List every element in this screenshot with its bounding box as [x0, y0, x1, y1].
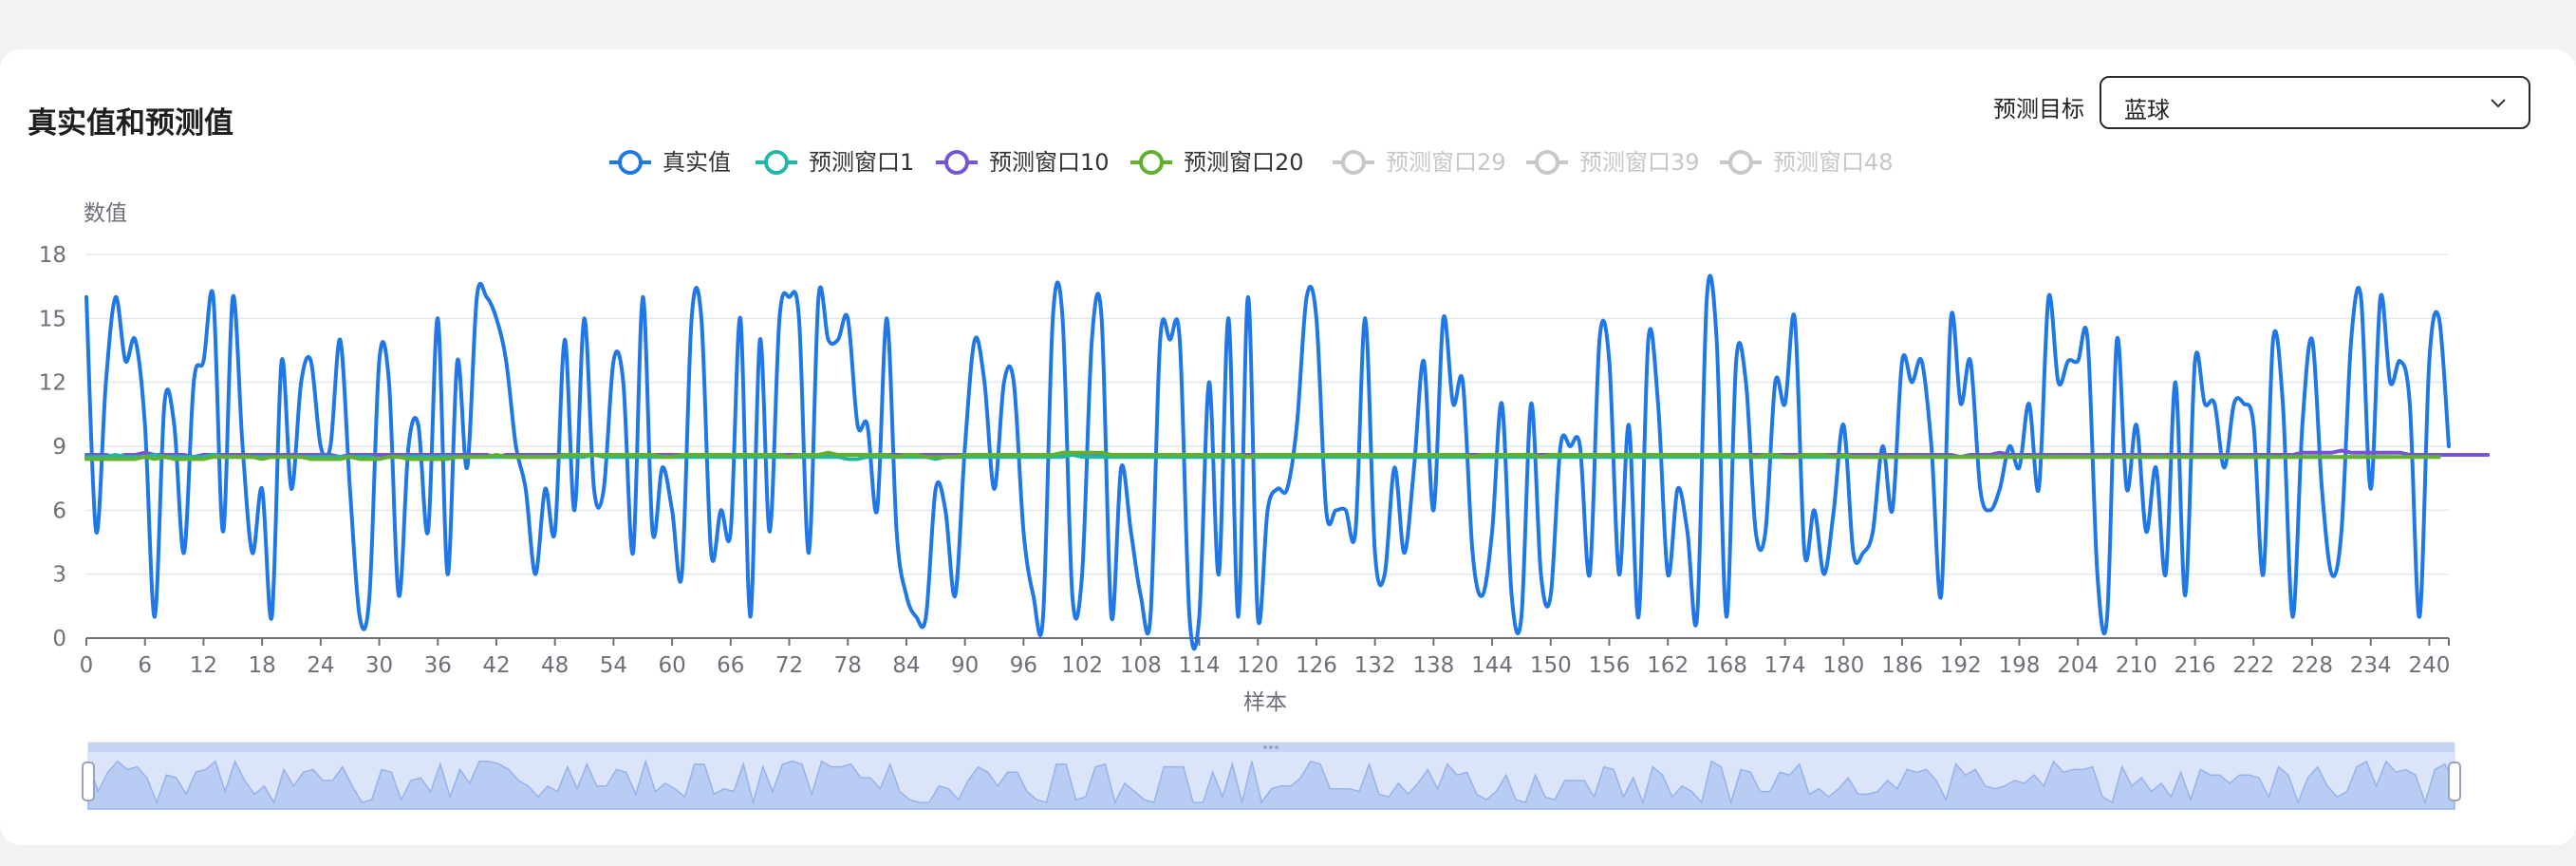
x-tick-label: 216 — [2175, 653, 2216, 678]
legend-label[interactable]: 预测窗口20 — [1184, 149, 1304, 176]
zoom-drag-dot — [1269, 745, 1273, 749]
legend-marker — [764, 150, 789, 175]
x-tick-label: 144 — [1471, 653, 1513, 678]
x-tick-label: 138 — [1412, 653, 1454, 678]
y-tick-label: 18 — [39, 243, 66, 268]
y-axis-title: 数值 — [84, 201, 127, 226]
y-tick-label: 6 — [52, 499, 66, 523]
legend-label[interactable]: 真实值 — [663, 149, 731, 176]
x-tick-label: 228 — [2291, 653, 2333, 678]
x-tick-label: 156 — [1589, 653, 1631, 678]
x-tick-label: 120 — [1237, 653, 1279, 678]
legend-label[interactable]: 预测窗口10 — [989, 149, 1110, 176]
x-tick-label: 162 — [1647, 653, 1689, 678]
x-tick-label: 42 — [482, 653, 510, 678]
x-tick-label: 84 — [892, 653, 920, 678]
x-tick-label: 60 — [658, 653, 685, 678]
y-tick-label: 3 — [52, 563, 66, 588]
x-tick-label: 198 — [1999, 653, 2041, 678]
x-tick-label: 24 — [307, 653, 334, 678]
x-tick-label: 132 — [1354, 653, 1396, 678]
x-tick-label: 18 — [248, 653, 275, 678]
x-tick-label: 234 — [2350, 653, 2392, 678]
x-tick-label: 72 — [775, 653, 803, 678]
legend-marker — [1341, 150, 1366, 175]
y-tick-label: 12 — [39, 371, 66, 396]
x-tick-label: 240 — [2408, 653, 2450, 678]
x-tick-label: 90 — [951, 653, 979, 678]
zoom-drag-dot — [1275, 745, 1279, 749]
x-tick-label: 108 — [1120, 653, 1162, 678]
x-tick-label: 180 — [1822, 653, 1864, 678]
legend-label[interactable]: 预测窗口29 — [1386, 149, 1506, 176]
legend-marker — [1535, 150, 1559, 175]
zoom-handle-right[interactable] — [2448, 762, 2461, 801]
legend-marker — [618, 150, 643, 175]
series-actual-line — [84, 273, 2451, 651]
x-tick-label: 78 — [834, 653, 862, 678]
x-tick-label: 126 — [1296, 653, 1337, 678]
legend-marker — [1139, 150, 1164, 175]
x-tick-label: 30 — [365, 653, 393, 678]
x-tick-label: 204 — [2057, 653, 2099, 678]
x-tick-label: 54 — [600, 653, 627, 678]
zoom-drag-dot — [1263, 745, 1267, 749]
legend-marker — [1728, 150, 1753, 175]
y-tick-label: 0 — [52, 627, 66, 651]
line-chart: 03691215180 6 12 18 24 30 36 42 48 54 60 66 72 78 84 90… — [39, 149, 2491, 810]
x-tick-label: 12 — [190, 653, 217, 678]
x-tick-label: 0 — [80, 653, 94, 678]
legend-label[interactable]: 预测窗口39 — [1579, 149, 1700, 176]
legend-marker — [944, 150, 969, 175]
x-tick-label: 102 — [1061, 653, 1103, 678]
x-tick-label: 6 — [138, 653, 152, 678]
x-axis-title: 样本 — [1243, 690, 1287, 715]
y-tick-label: 15 — [39, 307, 66, 331]
legend-label[interactable]: 预测窗口1 — [809, 149, 914, 176]
x-tick-label: 36 — [424, 653, 452, 678]
x-tick-label: 150 — [1530, 653, 1572, 678]
y-tick-label: 9 — [52, 435, 66, 460]
x-tick-label: 168 — [1706, 653, 1747, 678]
x-tick-label: 186 — [1881, 653, 1923, 678]
x-tick-label: 66 — [717, 653, 744, 678]
x-tick-label: 222 — [2232, 653, 2274, 678]
x-tick-label: 96 — [1010, 653, 1037, 678]
x-tick-label: 174 — [1764, 653, 1806, 678]
x-tick-label: 192 — [1940, 653, 1982, 678]
x-tick-label: 48 — [541, 653, 569, 678]
x-tick-label: 114 — [1179, 653, 1221, 678]
zoom-handle-left[interactable] — [82, 762, 95, 801]
x-tick-label: 210 — [2116, 653, 2157, 678]
legend-label[interactable]: 预测窗口48 — [1773, 149, 1894, 176]
